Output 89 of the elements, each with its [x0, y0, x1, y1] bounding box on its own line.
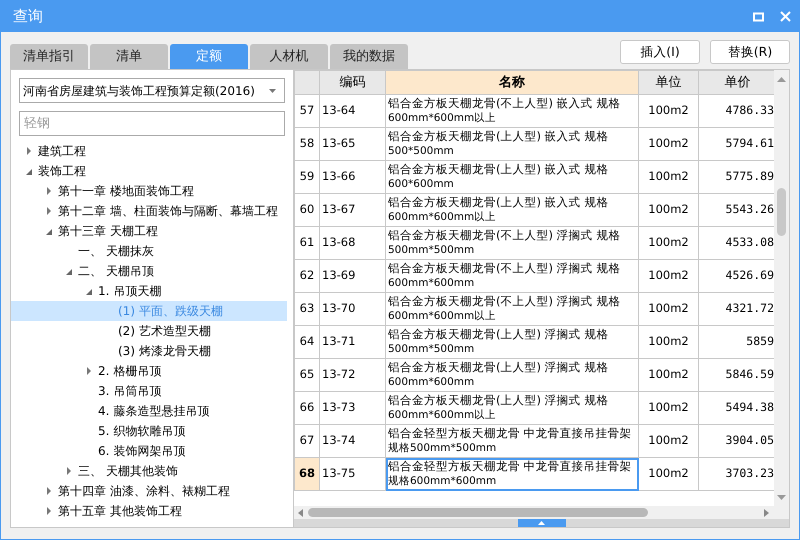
- table-cell: 100m2: [638, 260, 698, 292]
- table-cell: 100m2: [638, 226, 698, 260]
- tree-item[interactable]: 2. 格栅吊顶: [11, 361, 287, 381]
- table-cell: 铝合金轻型方板天棚龙骨 中龙骨直接吊挂骨架 规格600mm*600mm: [386, 458, 638, 490]
- tree-item[interactable]: (2) 艺术造型天棚: [11, 321, 287, 341]
- tree-item[interactable]: 4. 藤条造型悬挂吊顶: [11, 401, 287, 421]
- table-cell: 100m2: [638, 128, 698, 160]
- scroll-left-icon[interactable]: [298, 509, 303, 517]
- table-cell: 100m2: [638, 94, 698, 128]
- table-cell: 13-69: [320, 260, 386, 292]
- table-cell: 100m2: [638, 160, 698, 194]
- action-button[interactable]: 替换(R): [710, 40, 790, 64]
- table-cell: 铝合金轻型方板天棚龙骨 中龙骨直接吊挂骨架 规格500mm*500mm: [386, 424, 638, 458]
- table-cell: 铝合金方板天棚龙骨(不上人型) 浮搁式 规格 500mm*500mm: [386, 226, 638, 260]
- tree-item[interactable]: 3. 吊筒吊顶: [11, 381, 287, 401]
- row-number: 66: [294, 392, 320, 424]
- column-header[interactable]: 单位: [638, 70, 698, 94]
- row-number: 67: [294, 424, 320, 458]
- tree-item[interactable]: 第十三章 天棚工程: [11, 221, 287, 241]
- tree-item[interactable]: 三、 天棚其他装饰: [11, 461, 287, 481]
- table-cell: 13-73: [320, 392, 386, 424]
- table-cell: 铝合金方板天棚龙骨(上人型) 嵌入式 规格 600mm*600mm以上: [386, 194, 638, 226]
- close-icon[interactable]: [780, 11, 791, 22]
- column-header[interactable]: 编码: [320, 70, 386, 94]
- table-cell: 13-71: [320, 326, 386, 358]
- table-cell: 铝合金方板天棚龙骨(不上人型) 浮搁式 规格 600mm*600mm以上: [386, 292, 638, 326]
- library-dropdown[interactable]: 河南省房屋建筑与装饰工程预算定额(2016): [19, 78, 285, 103]
- table-cell: 100m2: [638, 458, 698, 490]
- tree-item[interactable]: 建筑工程: [11, 141, 287, 161]
- tree-item[interactable]: 1. 吊顶天棚: [11, 281, 287, 301]
- tree-item[interactable]: 第十四章 油漆、涂料、裱糊工程: [11, 481, 287, 501]
- search-field[interactable]: 轻钢: [19, 111, 285, 136]
- table-cell: 铝合金方板天棚龙骨(上人型) 嵌入式 规格 600*600mm: [386, 160, 638, 194]
- tab[interactable]: 清单: [90, 44, 168, 69]
- scrollbar-thumb[interactable]: [777, 188, 786, 236]
- tab[interactable]: 我的数据: [330, 44, 408, 69]
- row-number: 57: [294, 94, 320, 128]
- row-number: 63: [294, 292, 320, 326]
- table-cell: 13-75: [320, 458, 386, 490]
- table-cell: 100m2: [638, 358, 698, 392]
- scrollbar-thumb[interactable]: [308, 508, 648, 517]
- row-number: 65: [294, 358, 320, 392]
- splitter-handle[interactable]: [518, 519, 566, 527]
- row-number: 64: [294, 326, 320, 358]
- table-cell: 13-65: [320, 128, 386, 160]
- tab[interactable]: 清单指引: [10, 44, 88, 69]
- table-cell: 13-66: [320, 160, 386, 194]
- scroll-down-icon[interactable]: [777, 495, 786, 500]
- table-cell: 铝合金方板天棚龙骨(上人型) 嵌入式 规格 500*500mm: [386, 128, 638, 160]
- table-cell: 13-68: [320, 226, 386, 260]
- tree-item[interactable]: 一、 天棚抹灰: [11, 241, 287, 261]
- action-button[interactable]: 插入(I): [620, 40, 700, 64]
- column-header[interactable]: 名称: [386, 70, 638, 94]
- table-cell: 13-70: [320, 292, 386, 326]
- tab[interactable]: 人材机: [250, 44, 328, 69]
- column-header[interactable]: 单价: [698, 70, 774, 94]
- tree-item[interactable]: 5. 织物软雕吊顶: [11, 421, 287, 441]
- table-cell: 100m2: [638, 326, 698, 358]
- table-cell: 100m2: [638, 424, 698, 458]
- table-cell: 13-72: [320, 358, 386, 392]
- table-cell: 100m2: [638, 194, 698, 226]
- scroll-right-icon[interactable]: [764, 509, 769, 517]
- row-number: 58: [294, 128, 320, 160]
- tree-item[interactable]: 第十二章 墙、柱面装饰与隔断、幕墙工程: [11, 201, 287, 221]
- table-cell: 铝合金方板天棚龙骨(上人型) 浮搁式 规格 600mm*600mm以上: [386, 392, 638, 424]
- window-title: 查询: [13, 6, 44, 28]
- table-cell: 铝合金方板天棚龙骨(不上人型) 浮搁式 规格 600mm*600mm: [386, 260, 638, 292]
- table-cell: 13-67: [320, 194, 386, 226]
- table-cell: 铝合金方板天棚龙骨(上人型) 浮搁式 规格 600mm*600mm: [386, 358, 638, 392]
- table-cell: 铝合金方板天棚龙骨(不上人型) 嵌入式 规格 600mm*600mm以上: [386, 94, 638, 128]
- tree-item[interactable]: 二、 天棚吊顶: [11, 261, 287, 281]
- row-number: 60: [294, 194, 320, 226]
- row-number: 59: [294, 160, 320, 194]
- table-cell: 13-64: [320, 94, 386, 128]
- table-cell: 铝合金方板天棚龙骨(上人型) 浮搁式 规格 500mm*500mm: [386, 326, 638, 358]
- scroll-up-icon[interactable]: [777, 77, 786, 82]
- table-cell: 100m2: [638, 392, 698, 424]
- tree-item[interactable]: (3) 烤漆龙骨天棚: [11, 341, 287, 361]
- dropdown-caret-icon[interactable]: [269, 88, 276, 92]
- row-number: 68: [294, 458, 320, 490]
- table-cell: 100m2: [638, 292, 698, 326]
- tree-item[interactable]: 第十一章 楼地面装饰工程: [11, 181, 287, 201]
- row-number: 62: [294, 260, 320, 292]
- tree-item[interactable]: 6. 装饰网架吊顶: [11, 441, 287, 461]
- tree-item[interactable]: 装饰工程: [11, 161, 287, 181]
- table-cell: 13-74: [320, 424, 386, 458]
- tree-item[interactable]: 第十五章 其他装饰工程: [11, 501, 287, 521]
- row-number: 61: [294, 226, 320, 260]
- maximize-icon[interactable]: [753, 12, 764, 22]
